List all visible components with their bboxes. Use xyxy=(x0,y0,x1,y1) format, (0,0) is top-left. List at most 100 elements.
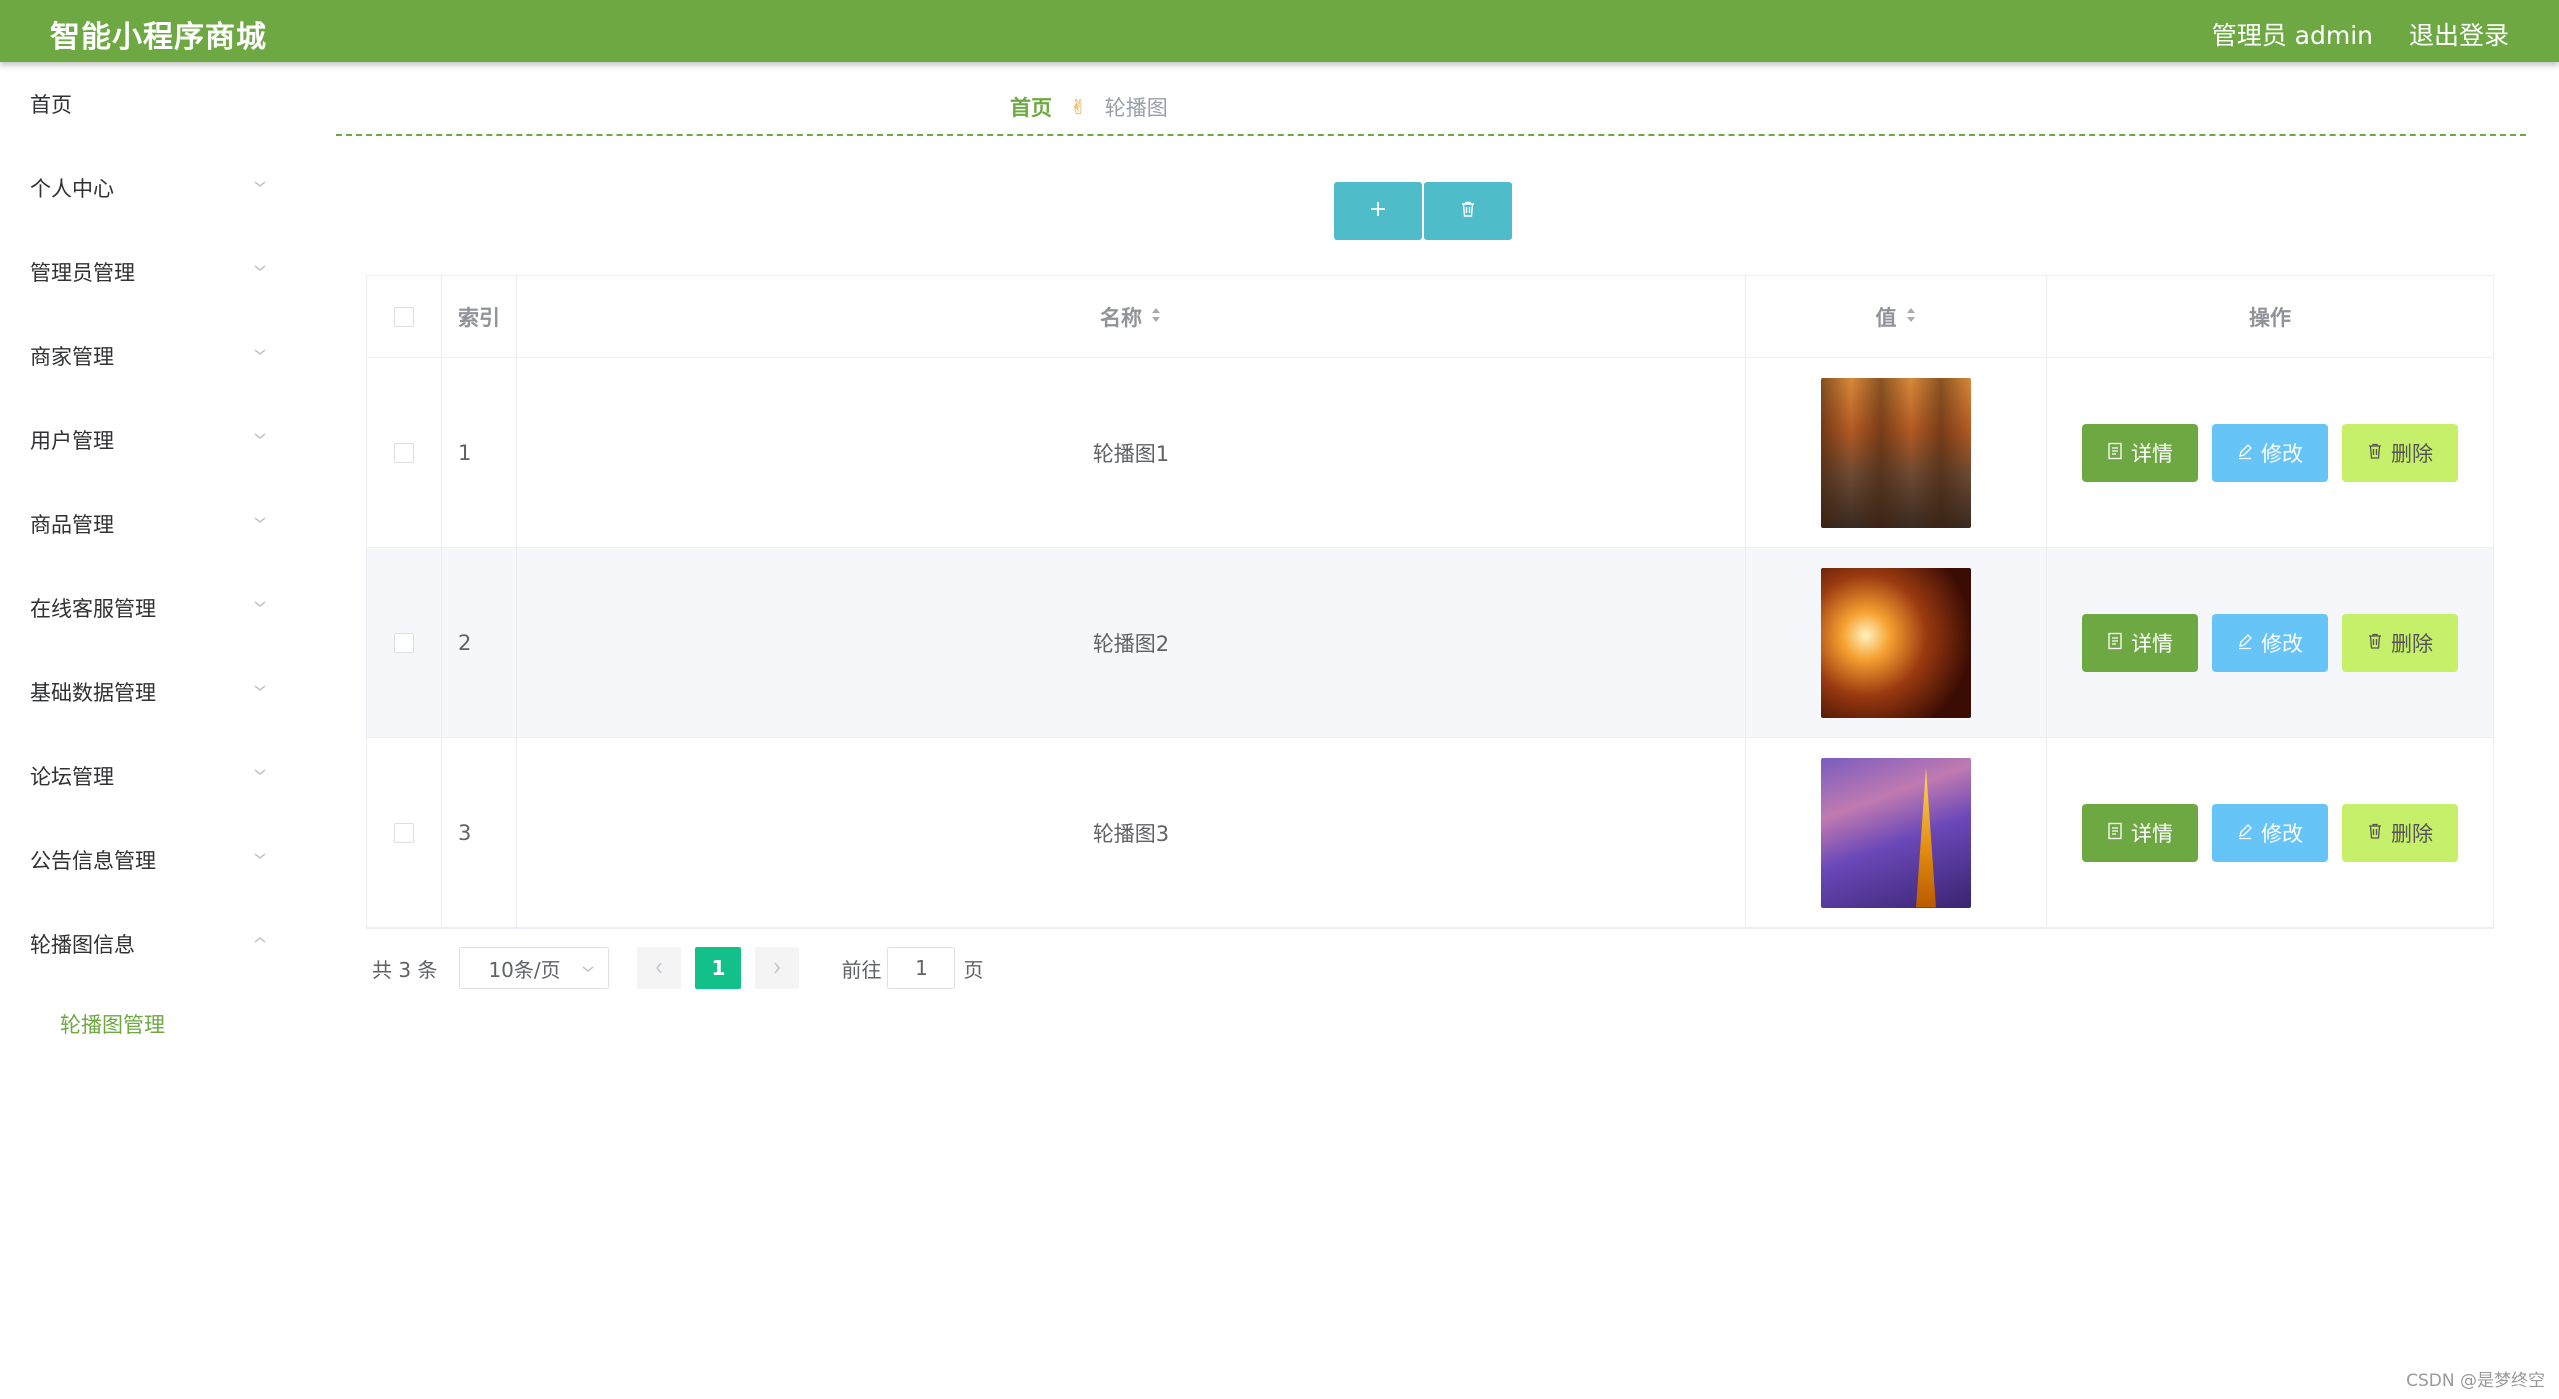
sidebar-item-home[interactable]: 首页 xyxy=(0,62,290,146)
row-value xyxy=(1746,738,2047,927)
sidebar-item-label: 商品管理 xyxy=(30,513,114,537)
sidebar-item-label: 管理员管理 xyxy=(30,261,135,285)
table-header: 索引 名称 值 操作 xyxy=(367,276,2493,358)
chevron-down-icon xyxy=(254,514,266,526)
sidebar-item-user-management[interactable]: 用户管理 xyxy=(0,398,290,482)
row-name: 轮播图1 xyxy=(517,358,1746,547)
trash-icon xyxy=(2367,441,2383,465)
sort-icon[interactable] xyxy=(1150,305,1162,329)
pencil-icon xyxy=(2237,441,2253,465)
header-value-cell[interactable]: 值 xyxy=(1746,276,2047,357)
sidebar-item-label: 在线客服管理 xyxy=(30,597,156,621)
header-checkbox-cell xyxy=(367,276,442,357)
pencil-icon xyxy=(2237,631,2253,655)
document-icon xyxy=(2107,441,2123,465)
watermark: CSDN @是梦终空 xyxy=(2406,1371,2545,1391)
detail-button[interactable]: 详情 xyxy=(2082,803,2198,862)
row-name: 轮播图3 xyxy=(517,738,1746,927)
document-icon xyxy=(2107,631,2123,655)
goto-page-input[interactable]: 1 xyxy=(887,947,956,989)
select-all-checkbox[interactable] xyxy=(394,306,414,327)
table-row: 1 轮播图1 详情 修改 删除 xyxy=(367,358,2493,548)
row-value xyxy=(1746,548,2047,737)
chevron-down-icon xyxy=(254,346,266,358)
logout-button[interactable]: 退出登录 xyxy=(2409,16,2509,52)
next-page-button[interactable] xyxy=(755,947,800,989)
row-checkbox-cell xyxy=(367,358,442,547)
sidebar-item-merchant-management[interactable]: 商家管理 xyxy=(0,314,290,398)
breadcrumb-home[interactable]: 首页 xyxy=(1010,92,1052,122)
row-actions: 详情 修改 删除 xyxy=(2047,738,2493,927)
sidebar-item-product-management[interactable]: 商品管理 xyxy=(0,482,290,566)
header-ops: 操作 xyxy=(2249,305,2291,330)
row-checkbox-cell xyxy=(367,548,442,737)
plus-icon xyxy=(1369,200,1387,222)
detail-button[interactable]: 详情 xyxy=(2082,423,2198,482)
delete-button[interactable]: 删除 xyxy=(2342,613,2458,672)
row-value xyxy=(1746,358,2047,547)
page-size-select[interactable]: 10条/页 xyxy=(459,947,610,989)
sort-icon[interactable] xyxy=(1905,305,1917,329)
sidebar-item-forum-management[interactable]: 论坛管理 xyxy=(0,734,290,818)
row-actions: 详情 修改 删除 xyxy=(2047,548,2493,737)
chevron-down-icon xyxy=(254,430,266,442)
app-title: 智能小程序商城 xyxy=(50,20,267,55)
carousel-thumbnail[interactable] xyxy=(1821,757,1971,908)
batch-delete-button[interactable] xyxy=(1424,182,1512,240)
submenu-item-label: 轮播图管理 xyxy=(60,1013,165,1037)
sidebar-item-label: 商家管理 xyxy=(30,345,114,369)
row-index: 1 xyxy=(442,358,517,547)
sidebar-item-label: 用户管理 xyxy=(30,429,114,453)
sidebar-item-customer-service[interactable]: 在线客服管理 xyxy=(0,566,290,650)
carousel-thumbnail[interactable] xyxy=(1821,567,1971,718)
edit-button[interactable]: 修改 xyxy=(2212,423,2328,482)
edit-button[interactable]: 修改 xyxy=(2212,613,2328,672)
row-checkbox-cell xyxy=(367,738,442,927)
document-icon xyxy=(2107,821,2123,845)
row-checkbox[interactable] xyxy=(394,442,414,463)
page-suffix: 页 xyxy=(963,957,984,982)
trash-icon xyxy=(2367,821,2383,845)
delete-label: 删除 xyxy=(2391,441,2433,466)
row-actions: 详情 修改 删除 xyxy=(2047,358,2493,547)
row-checkbox[interactable] xyxy=(394,632,414,653)
page-number-current[interactable]: 1 xyxy=(695,947,742,989)
top-header: 智能小程序商城 管理员 admin 退出登录 xyxy=(0,0,2559,62)
sidebar-item-carousel-info[interactable]: 轮播图信息 xyxy=(0,902,290,986)
user-label: 管理员 admin xyxy=(2211,21,2373,50)
pagination: 共 3 条 10条/页 1 前往 1 页 xyxy=(372,946,983,990)
chevron-right-icon xyxy=(772,956,782,980)
sidebar-item-label: 公告信息管理 xyxy=(30,849,156,873)
pencil-icon xyxy=(2237,821,2253,845)
header-user-area: 管理员 admin 退出登录 xyxy=(2212,16,2509,52)
sidebar-item-personal-center[interactable]: 个人中心 xyxy=(0,146,290,230)
prev-page-button[interactable] xyxy=(637,947,682,989)
submenu-item-carousel-management[interactable]: 轮播图管理 xyxy=(0,994,290,1054)
breadcrumb-current: 轮播图 xyxy=(1104,96,1168,120)
add-button[interactable] xyxy=(1334,182,1422,240)
header-name-cell[interactable]: 名称 xyxy=(517,276,1746,357)
delete-button[interactable]: 删除 xyxy=(2342,423,2458,482)
page-size-value: 10条/页 xyxy=(488,957,561,982)
carousel-thumbnail[interactable] xyxy=(1821,377,1971,528)
sidebar-item-basic-data[interactable]: 基础数据管理 xyxy=(0,650,290,734)
delete-button[interactable]: 删除 xyxy=(2342,803,2458,862)
sidebar-item-label: 轮播图信息 xyxy=(30,933,135,957)
detail-button[interactable]: 详情 xyxy=(2082,613,2198,672)
edit-label: 修改 xyxy=(2261,821,2303,846)
header-index: 索引 xyxy=(442,276,517,357)
row-name: 轮播图2 xyxy=(517,548,1746,737)
edit-button[interactable]: 修改 xyxy=(2212,803,2328,862)
trash-icon xyxy=(1459,200,1477,222)
sidebar-item-label: 个人中心 xyxy=(30,177,114,201)
sidebar-item-announcement[interactable]: 公告信息管理 xyxy=(0,818,290,902)
chevron-down-icon xyxy=(254,850,266,862)
row-checkbox[interactable] xyxy=(394,822,414,843)
carousel-table: 索引 名称 值 操作 1 轮播图1 详情 修改 删除 2 轮播图2 详情 修改 … xyxy=(366,275,2494,929)
edit-label: 修改 xyxy=(2261,441,2303,466)
sidebar-item-admin-management[interactable]: 管理员管理 xyxy=(0,230,290,314)
table-row: 2 轮播图2 详情 修改 删除 xyxy=(367,548,2493,738)
total-count: 共 3 条 xyxy=(372,957,438,982)
sidebar-item-label: 首页 xyxy=(30,93,72,117)
chevron-down-icon xyxy=(582,956,594,980)
